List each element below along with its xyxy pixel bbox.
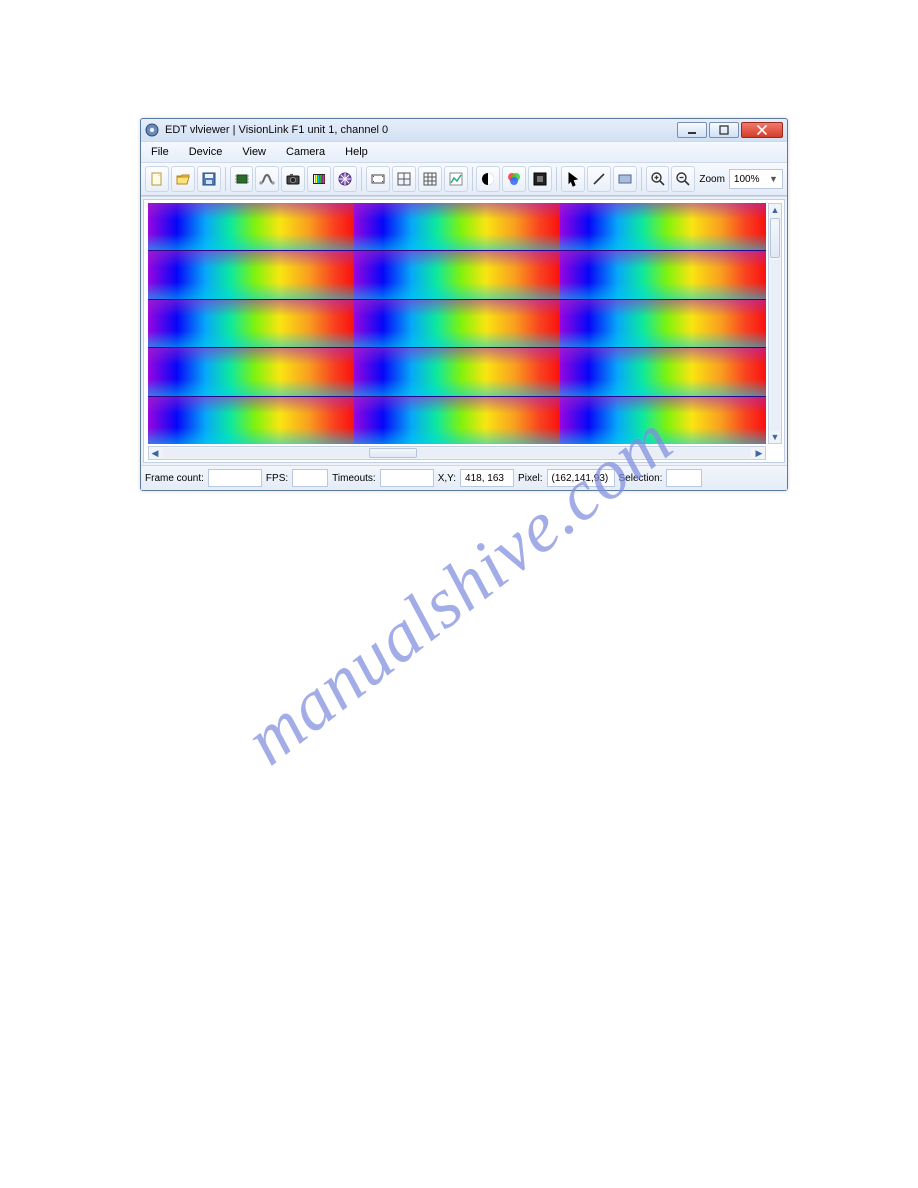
film-icon[interactable] — [366, 166, 390, 192]
menu-device[interactable]: Device — [183, 144, 229, 160]
scroll-left-icon[interactable]: ◀ — [149, 447, 161, 459]
scroll-track[interactable] — [770, 260, 780, 431]
selection-label: Selection: — [619, 473, 663, 484]
save-icon[interactable] — [197, 166, 221, 192]
scroll-down-icon[interactable]: ▼ — [769, 431, 781, 443]
status-bar: Frame count: FPS: Timeouts: X,Y: 418, 16… — [141, 465, 787, 490]
fullscreen-icon[interactable] — [528, 166, 552, 192]
zoom-in-icon[interactable] — [646, 166, 670, 192]
toolbar-separator — [556, 167, 557, 191]
aperture-icon[interactable] — [333, 166, 357, 192]
horizontal-scrollbar[interactable]: ◀ ▶ — [148, 446, 766, 460]
grid-icon[interactable] — [392, 166, 416, 192]
frame-count-label: Frame count: — [145, 473, 204, 484]
client-area: ▲ ▼ ◀ ▶ — [141, 196, 787, 465]
toolbar-separator — [641, 167, 642, 191]
fps-value — [292, 469, 328, 487]
color-icon[interactable] — [502, 166, 526, 192]
maximize-button[interactable] — [709, 122, 739, 138]
zoom-select[interactable]: 100% ▼ — [729, 169, 783, 189]
app-icon — [145, 123, 159, 137]
zoom-control: Zoom 100% ▼ — [699, 169, 783, 189]
window-controls — [677, 122, 783, 138]
toolbar-separator — [361, 167, 362, 191]
grid2-icon[interactable] — [418, 166, 442, 192]
menubar: File Device View Camera Help — [141, 141, 787, 163]
frame-count-value — [208, 469, 262, 487]
xy-value: 418, 163 — [460, 469, 514, 487]
window-title: EDT vlviewer | VisionLink F1 unit 1, cha… — [165, 124, 677, 136]
pointer-icon[interactable] — [561, 166, 585, 192]
image-row — [148, 397, 766, 444]
contrast-icon[interactable] — [476, 166, 500, 192]
toolbar-separator — [225, 167, 226, 191]
timeouts-label: Timeouts: — [332, 473, 376, 484]
app-window: EDT vlviewer | VisionLink F1 unit 1, cha… — [140, 118, 788, 491]
menu-help[interactable]: Help — [339, 144, 374, 160]
image-row — [148, 203, 766, 250]
chevron-down-icon: ▼ — [769, 174, 778, 184]
toolbar: Zoom 100% ▼ — [141, 163, 787, 196]
menu-view[interactable]: View — [236, 144, 272, 160]
zoom-value: 100% — [734, 174, 760, 185]
line-icon[interactable] — [587, 166, 611, 192]
scroll-track[interactable] — [163, 448, 751, 458]
pixel-value: (162,141,93) — [547, 469, 615, 487]
pixel-label: Pixel: — [518, 473, 542, 484]
titlebar[interactable]: EDT vlviewer | VisionLink F1 unit 1, cha… — [141, 119, 787, 141]
scroll-up-icon[interactable]: ▲ — [769, 204, 781, 216]
image-row — [148, 348, 766, 395]
menu-file[interactable]: File — [145, 144, 175, 160]
scroll-right-icon[interactable]: ▶ — [753, 447, 765, 459]
vertical-scrollbar[interactable]: ▲ ▼ — [768, 203, 782, 444]
timeouts-value — [380, 469, 434, 487]
scroll-thumb[interactable] — [369, 448, 417, 458]
xy-label: X,Y: — [438, 473, 456, 484]
chart-icon[interactable] — [444, 166, 468, 192]
image-viewport[interactable]: ▲ ▼ ◀ ▶ — [143, 199, 785, 463]
image-row — [148, 251, 766, 298]
new-file-icon[interactable] — [145, 166, 169, 192]
rect-icon[interactable] — [613, 166, 637, 192]
close-button[interactable] — [741, 122, 783, 138]
cable-icon[interactable] — [255, 166, 279, 192]
zoom-label: Zoom — [699, 174, 725, 185]
bars-icon[interactable] — [307, 166, 331, 192]
zoom-out-icon[interactable] — [671, 166, 695, 192]
camera-icon[interactable] — [281, 166, 305, 192]
toolbar-separator — [472, 167, 473, 191]
fps-label: FPS: — [266, 473, 288, 484]
selection-value — [666, 469, 702, 487]
image-row — [148, 300, 766, 347]
menu-camera[interactable]: Camera — [280, 144, 331, 160]
image-canvas — [148, 203, 766, 444]
scroll-thumb[interactable] — [770, 218, 780, 258]
open-folder-icon[interactable] — [171, 166, 195, 192]
chip-icon[interactable] — [230, 166, 254, 192]
minimize-button[interactable] — [677, 122, 707, 138]
